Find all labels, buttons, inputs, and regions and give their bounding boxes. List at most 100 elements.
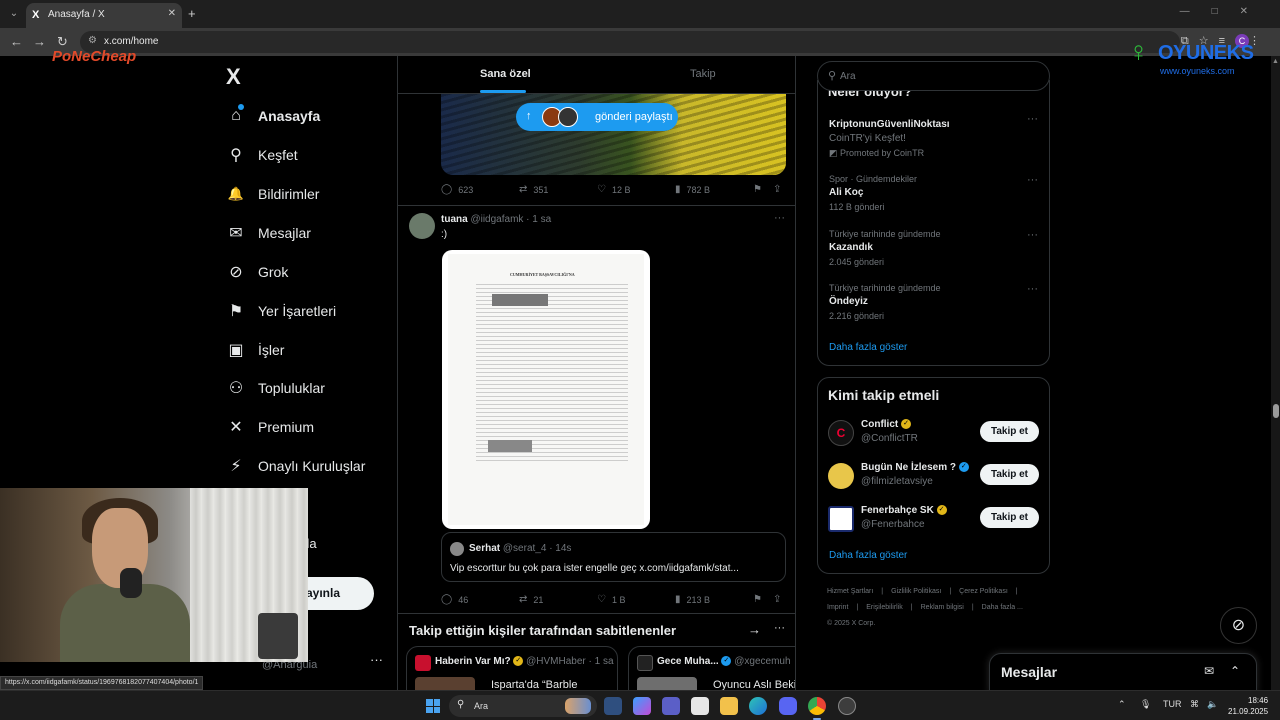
quoted-tweet[interactable]: Serhat @serat_4 · 14s Vip escorttur bu ç… <box>441 532 786 582</box>
sidebar-item-premium[interactable]: ✕ Premium <box>226 414 314 440</box>
follow-suggestion[interactable]: C Conflict ✓ @ConflictTR Takip et <box>828 418 1040 448</box>
footer-link[interactable]: Çerez Politikası <box>959 588 1008 595</box>
verified-badge-icon: ✓ <box>901 419 911 430</box>
site-info-icon[interactable]: ⚙ <box>88 35 97 46</box>
browser-tab[interactable]: X Anasayfa / X ✕ <box>26 3 182 28</box>
like-button[interactable]: ♡ 12 B <box>597 184 630 195</box>
microphone-icon[interactable]: 🎙 <box>1140 699 1151 710</box>
file-explorer-icon[interactable] <box>720 697 738 715</box>
more-icon[interactable]: ··· <box>1027 113 1038 125</box>
footer-link[interactable]: Erişilebilirlik <box>866 604 903 611</box>
follow-button[interactable]: Takip et <box>980 507 1039 528</box>
taskbar-search[interactable]: ⚲ Ara <box>449 695 597 717</box>
more-icon[interactable]: ··· <box>774 212 785 224</box>
sidebar-item-grok[interactable]: ⊘ Grok <box>226 259 288 285</box>
scroll-up-icon[interactable]: ▲ <box>1272 58 1279 65</box>
windows-start-icon[interactable] <box>426 699 440 713</box>
scrollbar[interactable] <box>1271 56 1280 690</box>
window-controls[interactable]: —□✕ <box>1180 6 1270 17</box>
search-input[interactable]: ⚲ Ara <box>817 61 1050 91</box>
sidebar-item-explore[interactable]: ⚲ Keşfet <box>226 142 298 168</box>
more-icon[interactable]: ··· <box>774 622 785 634</box>
grok-floating-button[interactable]: ⊘ <box>1220 607 1257 644</box>
main-feed[interactable]: ↑ gönderi paylaştı Sana özel Takip ◯ 623 … <box>397 56 796 720</box>
edge-icon[interactable] <box>749 697 767 715</box>
app-icon[interactable] <box>838 697 856 715</box>
tab-for-you[interactable]: Sana özel <box>480 68 531 80</box>
bookmark-button[interactable]: ⚑ <box>753 184 768 195</box>
sidebar-item-verified-orgs[interactable]: ⚡ Onaylı Kuruluşlar <box>226 453 365 479</box>
grok-icon: ⊘ <box>1231 617 1246 634</box>
new-tab-icon[interactable]: + <box>188 6 196 21</box>
footer-link[interactable]: Daha fazla ... <box>982 604 1023 611</box>
bookmark-button[interactable]: ⚑ <box>753 594 768 605</box>
trend-item[interactable]: KriptonunGüvenliNoktası CoinTR'yi Keşfet… <box>829 116 950 159</box>
mail-icon: ✉ <box>229 225 243 242</box>
taskbar: ⚲ Ara ⌃ 🎙 TUR ⌘ 🔈 18:46 21.09.2025 <box>0 690 1280 720</box>
clock[interactable]: 18:46 21.09.2025 <box>1228 695 1268 717</box>
more-icon[interactable]: ··· <box>1027 174 1038 186</box>
x-logo-icon[interactable]: X <box>226 64 241 90</box>
follow-button[interactable]: Takip et <box>980 421 1039 442</box>
sidebar-item-communities[interactable]: ⚇ Topluluklar <box>226 375 325 401</box>
footer-link[interactable]: Imprint <box>827 604 848 611</box>
more-icon[interactable]: ··· <box>1027 283 1038 295</box>
task-view-icon[interactable] <box>604 697 622 715</box>
footer-link[interactable]: Gizlilik Politikası <box>891 588 941 595</box>
follow-suggestion[interactable]: Bugün Ne İzlesem ? ✓ @filmizletavsiye Ta… <box>828 461 1040 491</box>
sidebar-item-messages[interactable]: ✉ Mesajlar <box>226 220 311 246</box>
verified-badge-icon: ✓ <box>721 656 732 667</box>
close-tab-icon[interactable]: ✕ <box>168 8 176 19</box>
network-icon[interactable]: ⌘ <box>1190 699 1199 710</box>
chevron-up-icon[interactable]: ⌃ <box>1230 664 1240 678</box>
sidebar-item-notifications[interactable]: 🔔 Bildirimler <box>226 181 320 207</box>
avatar[interactable] <box>409 213 435 239</box>
url-field[interactable]: ⚙ x.com/home <box>80 31 1180 53</box>
compose-message-icon[interactable]: ✉ <box>1204 664 1214 678</box>
teams-icon[interactable] <box>662 697 680 715</box>
messages-dock[interactable]: Mesajlar ✉ ⌃ <box>989 653 1257 693</box>
tweet-header[interactable]: tuana @iidgafamk · 1 sa <box>441 214 551 225</box>
share-button[interactable]: ⇪ <box>773 184 787 195</box>
search-icon: ⚲ <box>828 70 837 82</box>
follow-suggestion[interactable]: Fenerbahçe SK ✓ @Fenerbahce Takip et <box>828 504 1040 534</box>
forward-icon[interactable]: → <box>33 34 46 49</box>
scrollbar-thumb[interactable] <box>1273 404 1279 418</box>
show-more-link[interactable]: Daha fazla göster <box>829 550 907 561</box>
trend-item[interactable]: Türkiye tarihinde gündemde Öndeyiz 2.216… <box>829 283 941 321</box>
store-icon[interactable] <box>691 697 709 715</box>
like-button[interactable]: ♡ 1 B <box>597 594 625 605</box>
copilot-icon[interactable] <box>633 697 651 715</box>
sidebar-item-jobs[interactable]: ▣ İşler <box>226 337 284 363</box>
language-indicator[interactable]: TUR <box>1163 699 1182 709</box>
reply-button[interactable]: ◯ 46 <box>441 594 468 605</box>
more-icon[interactable]: ··· <box>1027 229 1038 241</box>
briefcase-icon: ▣ <box>228 342 244 359</box>
views-button[interactable]: ▮ 782 B <box>675 184 710 195</box>
tab-list-icon[interactable]: ⌄ <box>6 6 22 22</box>
trend-item[interactable]: Türkiye tarihinde gündemde Kazandık 2.04… <box>829 229 941 267</box>
discord-icon[interactable] <box>779 697 797 715</box>
show-more-link[interactable]: Daha fazla göster <box>829 342 907 353</box>
trend-item[interactable]: Spor · Gündemdekiler Ali Koç 112 B gönde… <box>829 174 917 212</box>
lightning-icon: ⚡ <box>230 458 242 475</box>
tweet-image-document[interactable]: CUMHURİYET BAŞSAVCILIĞI'NA <box>442 250 650 529</box>
chevron-up-icon[interactable]: ⌃ <box>1118 699 1126 710</box>
tab-following[interactable]: Takip <box>690 68 716 80</box>
repost-button[interactable]: ⇄ 351 <box>519 184 548 195</box>
x-premium-icon: ✕ <box>229 419 243 436</box>
footer-link[interactable]: Reklam bilgisi <box>921 604 964 611</box>
sidebar-item-bookmarks[interactable]: ⚑ Yer İşaretleri <box>226 298 336 324</box>
account-menu-icon[interactable]: ··· <box>370 652 383 667</box>
footer-link[interactable]: Hizmet Şartları <box>827 588 873 595</box>
back-icon[interactable]: ← <box>10 34 23 49</box>
arrow-right-icon[interactable]: → <box>748 622 761 637</box>
follow-button[interactable]: Takip et <box>980 464 1039 485</box>
volume-icon[interactable]: 🔈 <box>1207 699 1218 710</box>
new-posts-pill[interactable]: ↑ gönderi paylaştı <box>516 103 678 131</box>
share-button[interactable]: ⇪ <box>773 594 787 605</box>
reply-button[interactable]: ◯ 623 <box>441 184 473 195</box>
views-button[interactable]: ▮ 213 B <box>675 594 710 605</box>
repost-button[interactable]: ⇄ 21 <box>519 594 543 605</box>
chrome-icon[interactable] <box>808 697 826 720</box>
